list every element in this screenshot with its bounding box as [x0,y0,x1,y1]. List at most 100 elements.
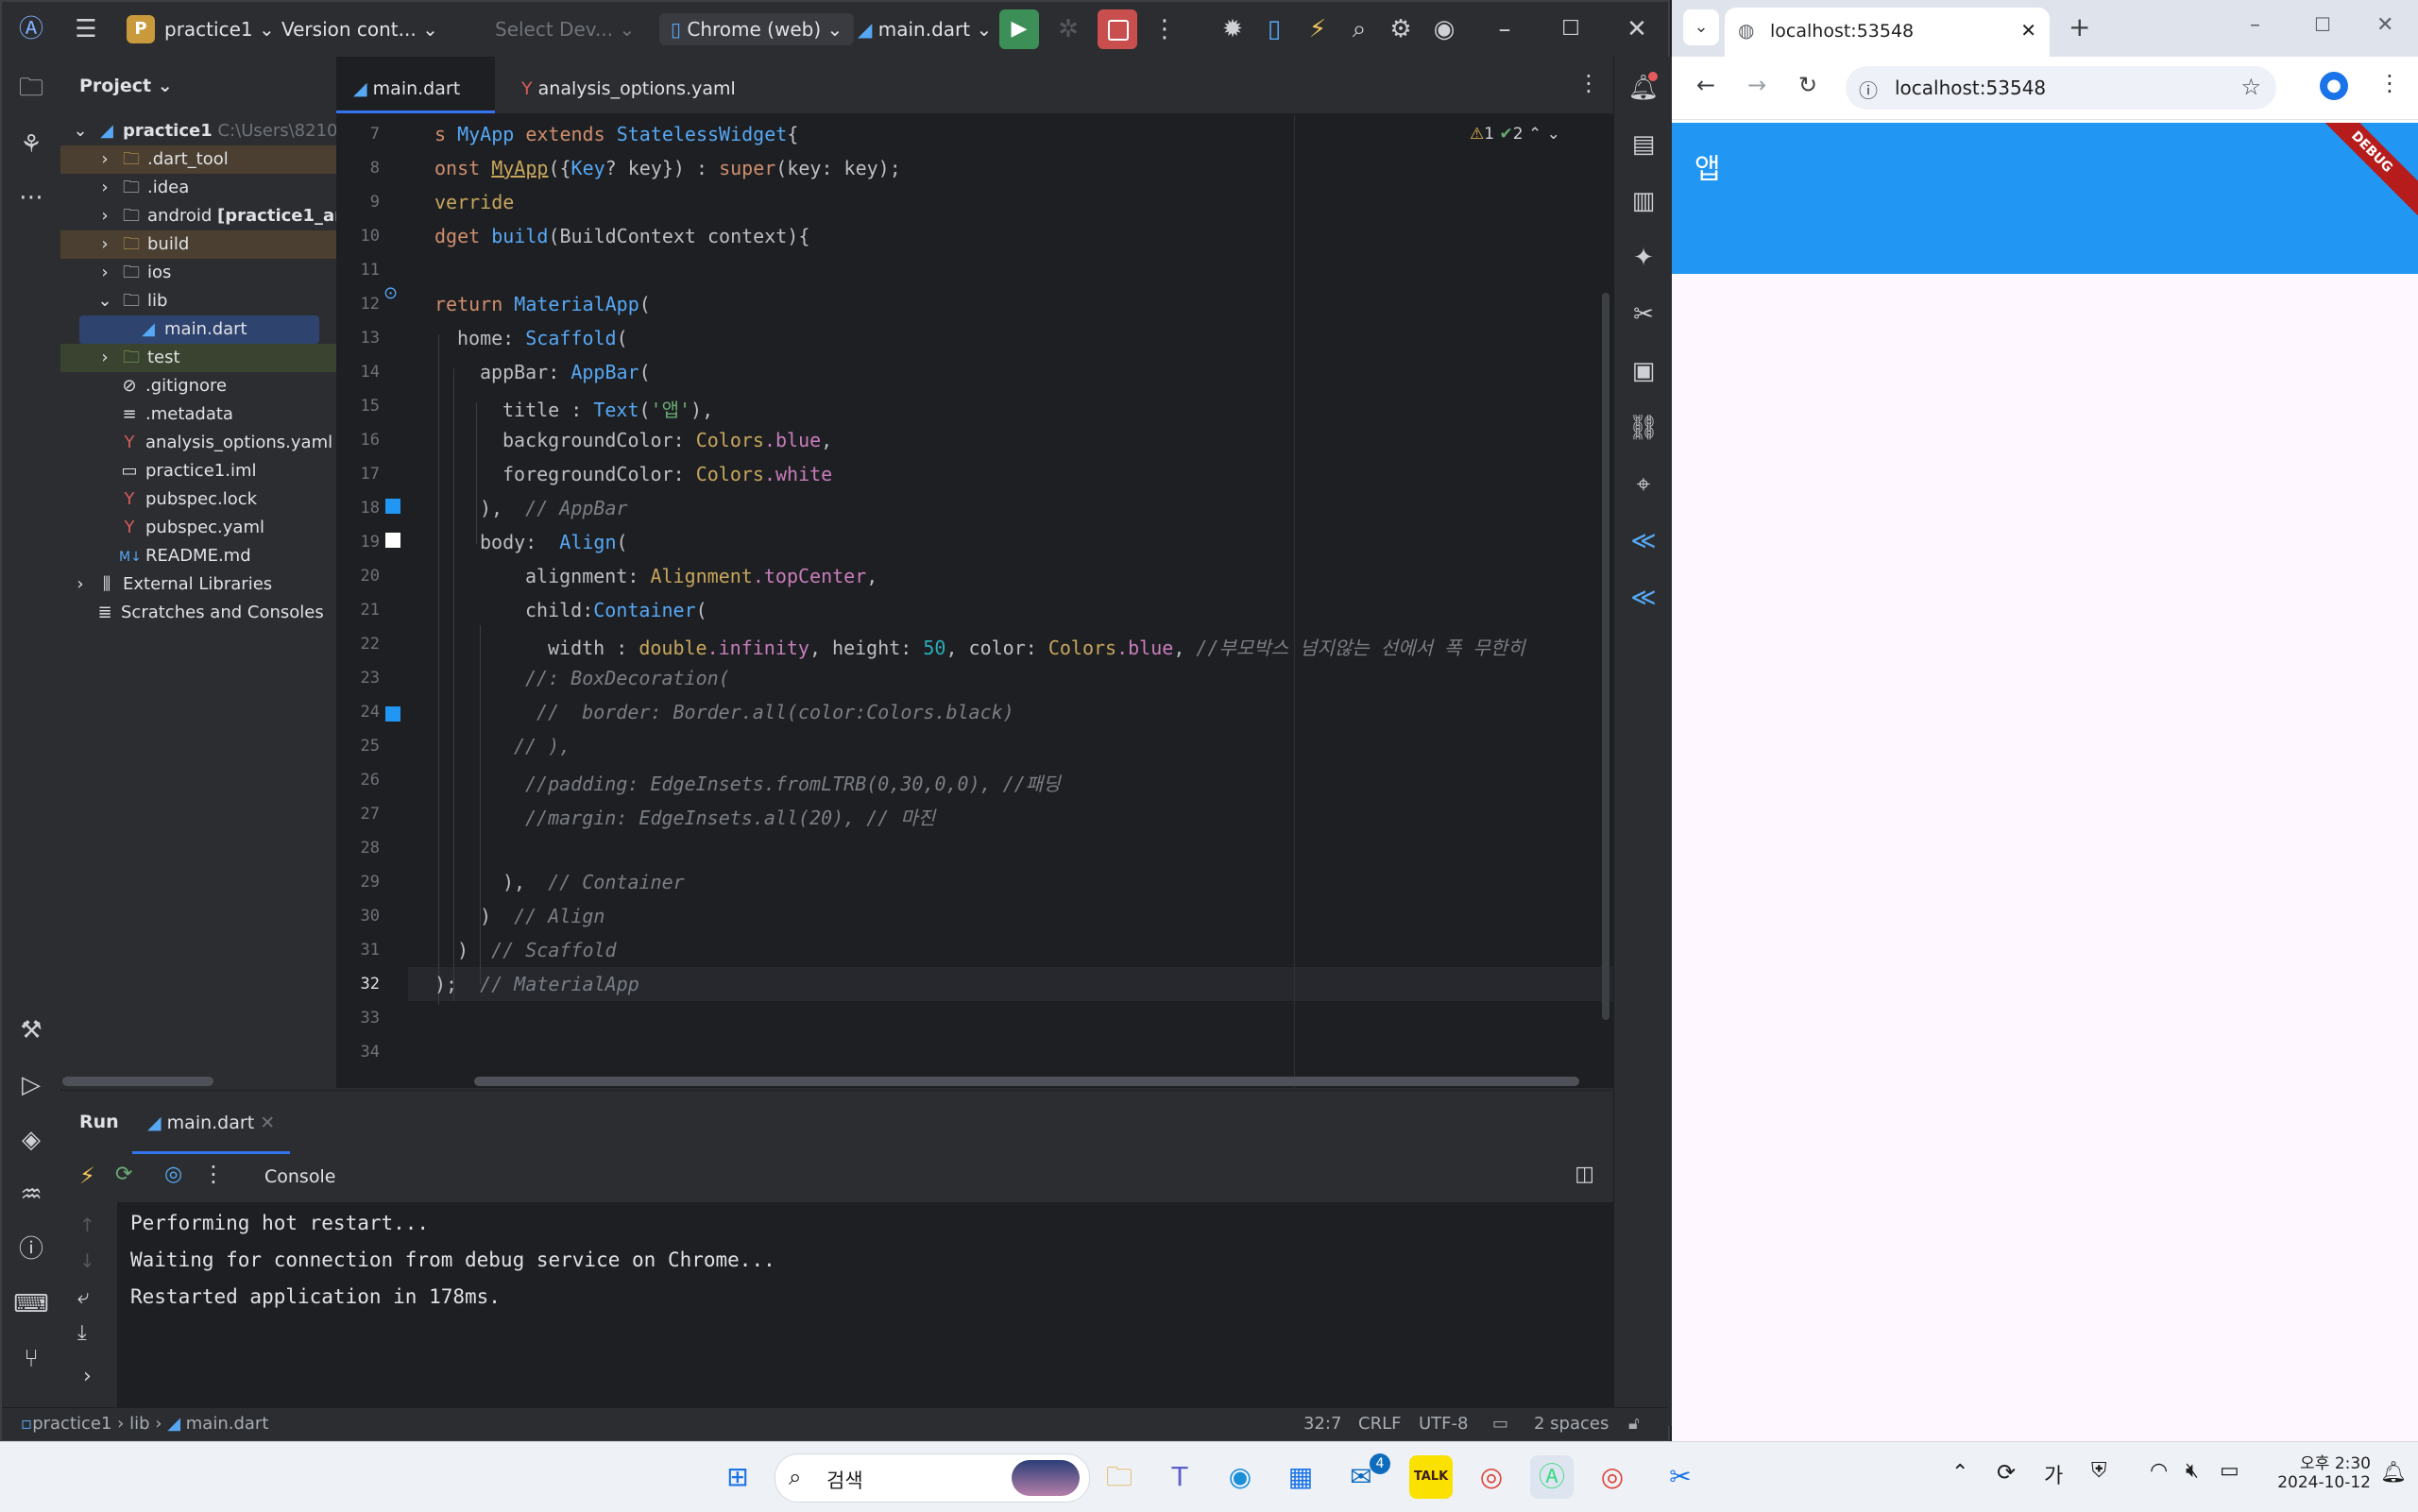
flutter-inspector-icon[interactable]: ≪ [1626,523,1661,559]
color-swatch-blue[interactable] [385,706,400,722]
problems-icon[interactable]: ⓘ [13,1232,49,1267]
scroll-to-end-icon[interactable]: ⤓ [77,1321,87,1345]
tree-item-external-libraries[interactable]: › ⫼ External Libraries [60,570,336,599]
run-config-selector[interactable]: ◢ main.dart ⌄ [858,13,992,45]
edge-icon[interactable]: ◉ [1218,1455,1262,1499]
tab-analysis-options[interactable]: Y analysis_options.yaml [504,57,753,113]
sync-icon[interactable]: ⟳ [1997,1459,2016,1486]
indent-setting[interactable]: 2 spaces [1534,1414,1609,1434]
account-icon[interactable]: ◉ [1426,11,1462,47]
devtools-icon[interactable]: ◎ [164,1163,182,1186]
main-menu-icon[interactable]: ☰ [68,11,104,47]
hot-reload-icon[interactable]: ⚡ [79,1163,95,1189]
override-gutter-icon[interactable]: ⊙ [383,283,398,303]
android-studio-icon[interactable]: Ⓐ [1530,1455,1574,1499]
chrome-icon[interactable]: ◎ [1591,1455,1634,1499]
new-tab-icon[interactable]: + [2069,11,2090,42]
breadcrumb-item[interactable]: practice1 [32,1414,111,1434]
browser-tab[interactable]: ◍ localhost:53548 ✕ [1725,8,2050,57]
gem-icon[interactable]: ◈ [13,1122,49,1158]
profile-avatar[interactable]: ● [2320,72,2348,100]
bug-icon[interactable]: ✹ [1215,11,1251,47]
taskbar-search[interactable]: ⌕ 검색 [775,1453,1090,1503]
console-output[interactable]: Performing hot restart... Waiting for co… [117,1202,1613,1408]
inspection-widget[interactable]: ⚠1 ✔2 ⌃ ⌄ [1470,125,1560,144]
app-inspection-icon[interactable]: ▣ [1626,353,1661,389]
back-icon[interactable]: ← [1696,72,1715,98]
scroll-down-icon[interactable]: ↓ [79,1249,95,1272]
gemini-icon[interactable]: ✦ [1626,240,1661,276]
tree-item-build[interactable]: › 🗀 build [60,230,336,259]
tab-search-icon[interactable]: ⌄ [1683,9,1719,45]
chevron-up-icon[interactable]: ⌃ [1951,1461,1968,1485]
scroll-up-icon[interactable]: ↑ [79,1214,95,1236]
close-tab-icon[interactable]: ✕ [2020,19,2036,42]
tree-item-dart-tool[interactable]: › 🗀 .dart_tool [60,145,336,174]
tree-item-scratches[interactable]: ≣ Scratches and Consoles [60,599,336,627]
project-switcher[interactable]: practice1 ⌄ [164,13,275,45]
folder-icon[interactable]: 🗀 [13,70,49,106]
soft-wrap-icon[interactable]: ⤶ [77,1285,89,1309]
kakaotalk-icon[interactable]: TALK [1409,1455,1453,1499]
store-icon[interactable]: ▦ [1279,1455,1322,1499]
build-icon[interactable]: ⚒ [13,1012,49,1048]
volume-muted-icon[interactable]: 🔇︎ [2186,1459,2199,1483]
close-icon[interactable]: ✕ [1619,11,1655,47]
more-icon[interactable]: ⋮ [1147,11,1183,47]
read-only-icon[interactable]: ▭ [1492,1414,1508,1434]
ime-indicator[interactable]: 가 [2044,1459,2063,1489]
run-config-tab[interactable]: ◢ main.dart ✕ [132,1102,291,1154]
hot-restart-icon[interactable]: ⟳ [115,1163,132,1186]
address-bar[interactable]: ⓘ localhost:53548 ☆ [1846,66,2276,110]
tree-item-iml[interactable]: ▭ practice1.iml [60,457,336,485]
tree-item-practice1[interactable]: ⌄ ◢ practice1 C:\Users\82104 [60,117,336,145]
teams-icon[interactable]: T [1158,1455,1201,1499]
tree-item-idea[interactable]: › 🗀 .idea [60,174,336,202]
wifi-icon[interactable]: ◠ [2150,1459,2168,1483]
bookmark-star-icon[interactable]: ☆ [2240,74,2261,100]
color-swatch-blue[interactable] [385,499,400,514]
device-manager-icon[interactable]: ▤ [1626,127,1661,162]
chrome-icon[interactable]: ◎ [1470,1455,1513,1499]
layout-icon[interactable]: ◫ [1575,1163,1594,1186]
forward-icon[interactable]: → [1747,72,1766,98]
tree-item-lib[interactable]: ⌄ 🗀 lib [60,287,336,315]
battery-icon[interactable]: ▭ [2220,1459,2239,1483]
device-selector[interactable]: Select Dev... ⌄ [495,13,635,45]
line-separator[interactable]: CRLF [1358,1414,1401,1434]
minimize-icon[interactable]: – [1487,11,1523,47]
vertical-scrollbar[interactable] [1602,293,1609,1020]
tab-main-dart[interactable]: ◢ main.dart ✕ [336,57,495,163]
hot-reload-icon[interactable]: ⚡ [1300,11,1336,47]
console-label[interactable]: Console [264,1166,335,1187]
horizontal-scrollbar[interactable] [474,1077,1579,1086]
flutter-performance-icon[interactable]: ≪ [1626,580,1661,616]
chevron-up-icon[interactable]: ⌃ [1528,125,1541,144]
file-explorer-icon[interactable]: 🗀 [1098,1455,1141,1499]
breadcrumb-item[interactable]: lib [129,1414,149,1434]
logcat-icon[interactable]: ♒ [13,1177,49,1213]
tree-item-metadata[interactable]: ≡ .metadata [60,400,336,429]
terminal-icon[interactable]: ⌨ [13,1286,49,1322]
structure-icon[interactable]: ⚘ [13,127,49,162]
reload-icon[interactable]: ↻ [1798,72,1817,98]
lock-icon[interactable]: 🔓︎ [1628,1414,1640,1434]
tree-item-main-dart[interactable]: ◢ main.dart [79,315,319,344]
tree-item-analysis-options[interactable]: Yanalysis_options.yaml [60,429,336,457]
file-encoding[interactable]: UTF-8 [1419,1414,1468,1434]
running-devices-icon[interactable]: ▥ [1626,183,1661,219]
caret-position[interactable]: 32:7 [1303,1414,1341,1434]
tools-icon[interactable]: ✂ [1626,297,1661,332]
device-mirror-icon[interactable]: ▯ [1256,11,1292,47]
close-icon[interactable]: ✕ [2376,13,2393,37]
tree-item-ios[interactable]: › 🗀 ios [60,259,336,287]
git-icon[interactable]: ⑂ [13,1341,49,1377]
search-icon[interactable]: ⌕ [1341,11,1377,47]
tab-options-icon[interactable]: ⋮ [1577,70,1600,96]
defender-icon[interactable]: ⛨ [2091,1459,2107,1483]
horizontal-scrollbar[interactable] [62,1077,213,1086]
chevron-down-icon[interactable]: ⌄ [1547,125,1560,144]
minimize-icon[interactable]: – [2250,13,2260,37]
run-button[interactable]: ▶ [999,9,1039,49]
start-icon[interactable]: ⊞ [716,1455,759,1499]
